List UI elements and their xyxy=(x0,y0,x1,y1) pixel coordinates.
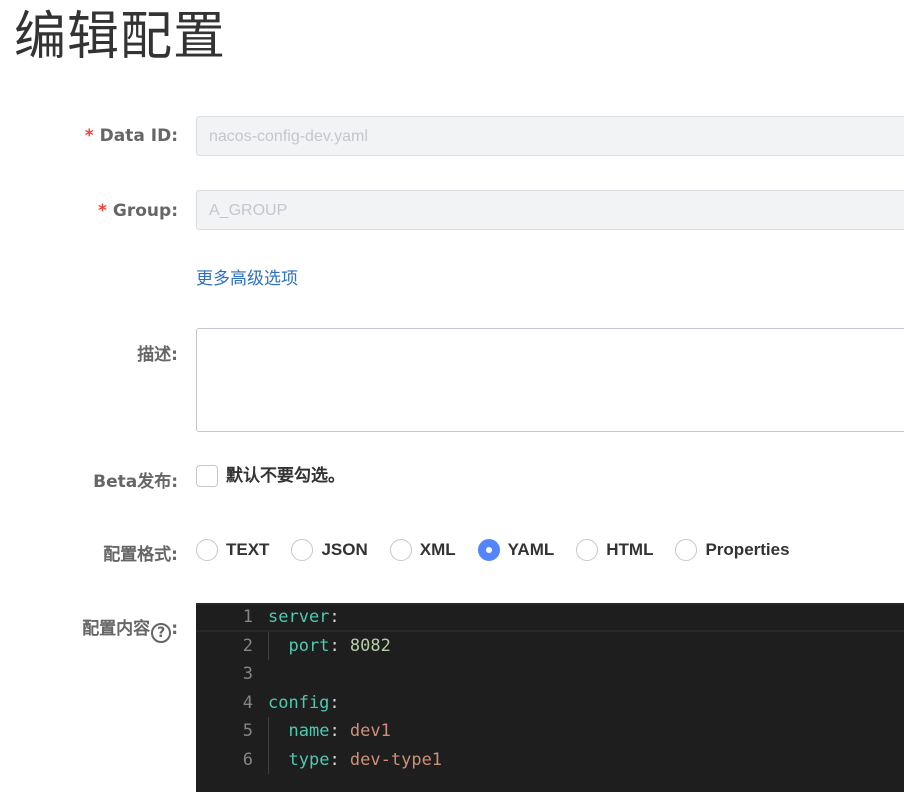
radio-circle-checked[interactable] xyxy=(477,539,500,561)
line-number: 6 xyxy=(242,749,253,770)
code-line[interactable]: 1 server: xyxy=(196,603,904,632)
line-number: 2 xyxy=(242,635,253,656)
format-option-xml[interactable]: XML xyxy=(389,539,456,561)
format-option-html[interactable]: HTML xyxy=(576,539,653,561)
yaml-colon: : xyxy=(329,607,340,627)
beta-label: Beta发布: xyxy=(93,472,178,492)
yaml-key: config xyxy=(268,692,330,713)
yaml-colon: : xyxy=(329,721,340,741)
yaml-colon: : xyxy=(329,749,340,770)
page-title: 编辑配置 xyxy=(14,7,227,67)
code-text: config: xyxy=(268,689,340,718)
advanced-options-link[interactable]: 更多高级选项 xyxy=(196,264,298,289)
line-number: 5 xyxy=(242,721,253,741)
yaml-value: dev-type1 xyxy=(339,749,443,770)
help-icon[interactable]: ? xyxy=(151,623,172,643)
line-number: 1 xyxy=(242,607,253,627)
required-mark: * xyxy=(98,201,107,221)
radio-circle[interactable] xyxy=(389,539,412,561)
description-label: 描述: xyxy=(137,345,178,365)
code-line[interactable]: 5 name: dev1 xyxy=(196,717,904,746)
required-mark: * xyxy=(84,126,94,146)
yaml-key: port xyxy=(288,635,330,656)
code-line[interactable]: 2 port: 8082 xyxy=(196,631,904,661)
yaml-value: dev1 xyxy=(339,721,391,741)
radio-circle[interactable] xyxy=(291,539,314,561)
format-option-json[interactable]: JSON xyxy=(291,539,368,561)
radio-circle[interactable] xyxy=(576,539,599,561)
yaml-colon: : xyxy=(329,692,340,713)
code-text: server: xyxy=(268,605,340,630)
data-id-label: * Data ID: xyxy=(84,126,178,146)
yaml-key: type xyxy=(288,749,330,770)
yaml-key: name xyxy=(288,721,330,741)
code-line[interactable]: 3 xyxy=(196,660,904,689)
edit-config-page: 编辑配置 * Data ID: nacos-config-dev.yaml * Gr… xyxy=(0,0,904,792)
code-text: name: dev1 xyxy=(268,717,391,746)
yaml-key: server xyxy=(268,607,330,627)
line-number: 4 xyxy=(242,692,253,713)
data-id-input[interactable]: nacos-config-dev.yaml xyxy=(196,116,904,156)
group-label: * Group: xyxy=(98,201,178,221)
yaml-value: 8082 xyxy=(339,635,391,656)
line-number: 3 xyxy=(242,664,253,684)
code-lines: 1 server: 2 port: 8082 3 4 config: 5 name: dev… xyxy=(196,603,904,774)
code-text: type: dev-type1 xyxy=(268,746,442,775)
description-textarea[interactable] xyxy=(196,328,904,432)
format-label: 配置格式: xyxy=(103,545,178,565)
radio-circle[interactable] xyxy=(675,539,698,561)
beta-checkbox[interactable] xyxy=(196,465,218,487)
code-text: port: 8082 xyxy=(268,632,391,661)
format-option-properties[interactable]: Properties xyxy=(675,539,790,561)
format-radio-group: TEXT JSON XML YAML HTML Properties xyxy=(196,538,812,562)
yaml-colon: : xyxy=(329,635,340,656)
format-option-yaml[interactable]: YAML xyxy=(477,539,554,561)
code-line[interactable]: 6 type: dev-type1 xyxy=(196,745,904,775)
code-editor[interactable]: 1 server: 2 port: 8082 3 4 config: 5 name: dev… xyxy=(196,603,904,792)
code-line[interactable]: 4 config: xyxy=(196,689,904,718)
format-option-text[interactable]: TEXT xyxy=(196,539,269,561)
content-label: 配置内容?: xyxy=(82,619,178,643)
radio-circle[interactable] xyxy=(196,539,218,561)
group-input[interactable]: A_GROUP xyxy=(196,190,904,230)
beta-checkbox-label[interactable]: 默认不要勾选。 xyxy=(226,465,345,487)
